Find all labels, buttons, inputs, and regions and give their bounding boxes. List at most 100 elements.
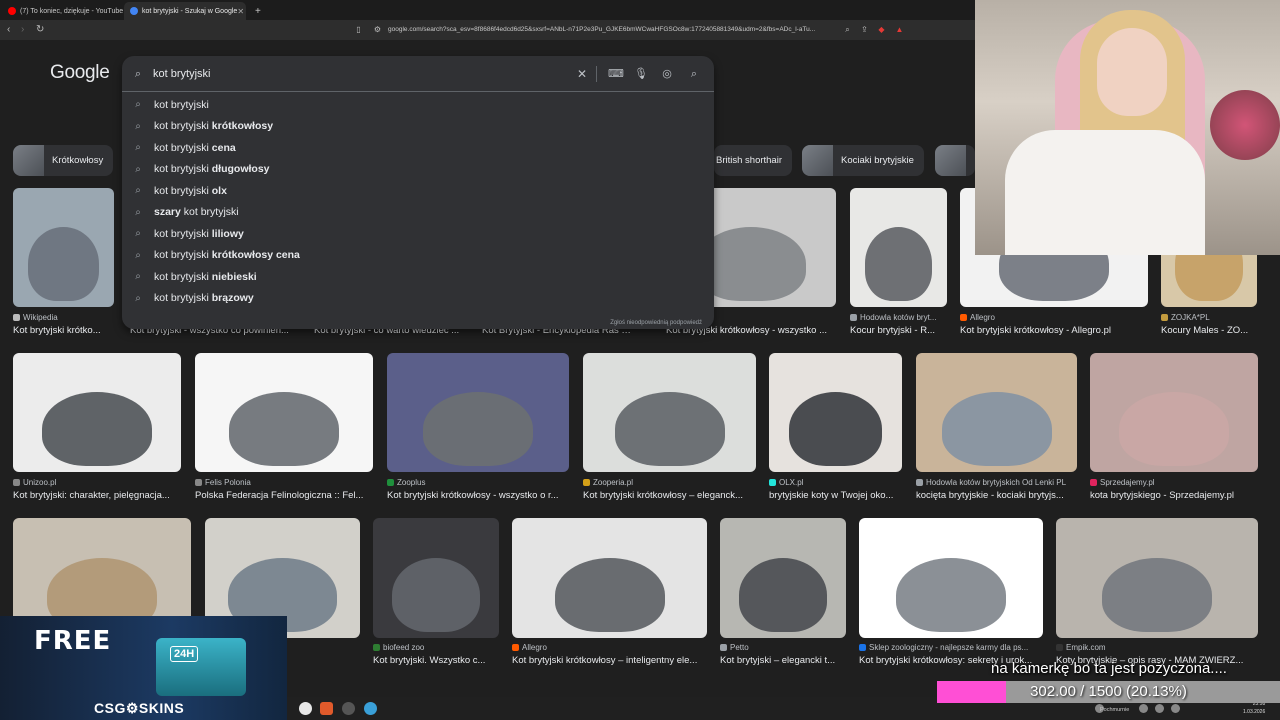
suggestion-item[interactable]: ⌕ szary kot brytyjski bbox=[122, 202, 714, 223]
suggestion-item[interactable]: ⌕ kot brytyjski liliowy bbox=[122, 223, 714, 244]
bookmark-icon[interactable]: ▯ bbox=[354, 25, 363, 34]
result-source[interactable]: Hodowla kotów bryt... bbox=[850, 313, 936, 322]
app-icon[interactable] bbox=[299, 702, 312, 715]
google-logo[interactable]: Google bbox=[50, 62, 110, 84]
suggestion-text: kot brytyjski liliowy bbox=[154, 227, 244, 240]
site-info-icon[interactable]: ⚙ bbox=[373, 25, 382, 34]
keyboard-icon[interactable]: ⌨ bbox=[608, 67, 624, 81]
clear-icon[interactable]: ✕ bbox=[575, 67, 589, 81]
result-title[interactable]: Kot brytyjski krótkowłosy - wszystko o r… bbox=[387, 490, 573, 501]
back-icon[interactable]: ‹ bbox=[7, 24, 10, 35]
result-title[interactable]: Polska Federacja Felinologiczna :: Fel..… bbox=[195, 490, 377, 501]
result-title[interactable]: Kocur brytyjski - R... bbox=[850, 325, 951, 336]
result-source[interactable]: Sprzedajemy.pl bbox=[1090, 478, 1155, 487]
source-label: Unizoo.pl bbox=[23, 478, 57, 487]
result-title[interactable]: brytyjskie koty w Twojej oko... bbox=[769, 490, 906, 501]
result-source[interactable]: Wikipedia bbox=[13, 313, 58, 322]
battery-icon[interactable] bbox=[1171, 704, 1180, 713]
suggestion-text: kot brytyjski krótkowłosy cena bbox=[154, 249, 300, 261]
search-submit-icon[interactable]: ⌕ bbox=[687, 67, 701, 81]
forward-icon[interactable]: › bbox=[21, 24, 24, 35]
result-source[interactable]: Zooplus bbox=[387, 478, 425, 487]
result-source[interactable]: ZOJKA*PL bbox=[1161, 313, 1210, 322]
report-suggestion-link[interactable]: Zgłoś nieodpowiednią podpowiedź bbox=[610, 320, 702, 326]
result-title[interactable]: Kot brytyjski krótkowłosy – inteligentny… bbox=[512, 655, 711, 666]
suggestion-item[interactable]: ⌕ kot brytyjski niebieski bbox=[122, 266, 714, 287]
result-image[interactable] bbox=[916, 353, 1077, 472]
favicon-icon bbox=[769, 479, 776, 486]
reload-icon[interactable]: ↻ bbox=[36, 24, 44, 35]
extension-icon[interactable]: ◆ bbox=[877, 25, 886, 34]
brave-icon[interactable] bbox=[320, 702, 333, 715]
ad-free-text: FREE bbox=[34, 626, 112, 656]
result-source[interactable]: Empik.com bbox=[1056, 643, 1106, 652]
result-source[interactable]: Allegro bbox=[512, 643, 547, 652]
result-title[interactable]: Kot brytyjski. Wszystko c... bbox=[373, 655, 503, 666]
microphone-icon[interactable]: 🎙 bbox=[634, 67, 648, 81]
result-source[interactable]: biofeed zoo bbox=[373, 643, 424, 652]
browser-icon[interactable] bbox=[364, 702, 377, 715]
result-title[interactable]: Kot brytyjski krótko... bbox=[13, 325, 118, 336]
result-title[interactable]: Kot brytyjski: charakter, pielęgnacja... bbox=[13, 490, 185, 501]
result-source[interactable]: OLX.pl bbox=[769, 478, 803, 487]
result-image[interactable] bbox=[195, 353, 373, 472]
cat-image bbox=[864, 227, 933, 301]
chip-thumbnail bbox=[802, 145, 833, 176]
plus-icon[interactable]: + bbox=[249, 2, 265, 20]
volume-icon[interactable] bbox=[1155, 704, 1164, 713]
suggestion-item[interactable]: ⌕ kot brytyjski brązowy bbox=[122, 288, 714, 309]
suggestion-item[interactable]: ⌕ kot brytyjski długowłosy bbox=[122, 159, 714, 180]
favicon-icon bbox=[583, 479, 590, 486]
result-image[interactable] bbox=[1056, 518, 1258, 638]
zoom-icon[interactable]: ⌕ bbox=[843, 25, 852, 34]
result-source[interactable]: Petto bbox=[720, 643, 749, 652]
chip-thumbnail bbox=[935, 145, 966, 176]
camera-lens-icon[interactable]: ◎ bbox=[660, 67, 674, 81]
obs-icon[interactable] bbox=[342, 702, 355, 715]
result-title[interactable]: Kot brytyjski krótkowłosy - Allegro.pl bbox=[960, 325, 1152, 336]
suggestion-text: kot brytyjski bbox=[154, 98, 209, 111]
result-image[interactable] bbox=[859, 518, 1043, 638]
result-image[interactable] bbox=[1090, 353, 1258, 472]
result-image[interactable] bbox=[512, 518, 707, 638]
suggestion-item[interactable]: ⌕ kot brytyjski bbox=[122, 94, 714, 115]
suggestion-item[interactable]: ⌕ kot brytyjski krótkowłosy cena bbox=[122, 245, 714, 266]
favicon-icon bbox=[13, 479, 20, 486]
result-source[interactable]: Zooperia.pl bbox=[583, 478, 633, 487]
result-source[interactable]: Felis Polonia bbox=[195, 478, 251, 487]
result-title[interactable]: kota brytyjskiego - Sprzedajemy.pl bbox=[1090, 490, 1262, 501]
result-source[interactable]: Sklep zoologiczny - najlepsze karmy dla … bbox=[859, 643, 1028, 652]
result-title[interactable]: Kot brytyjski krótkowłosy – eleganck... bbox=[583, 490, 760, 501]
chip-british-shorthair[interactable]: British shorthair bbox=[714, 145, 792, 176]
favicon-icon bbox=[373, 644, 380, 651]
result-source[interactable]: Unizoo.pl bbox=[13, 478, 56, 487]
suggestion-item[interactable]: ⌕ kot brytyjski krótkowłosy bbox=[122, 116, 714, 137]
result-image[interactable] bbox=[850, 188, 947, 307]
share-icon[interactable]: ⇪ bbox=[860, 25, 869, 34]
tab-google[interactable]: kot brytyjski - Szukaj w Google ✕ bbox=[124, 2, 246, 20]
result-image[interactable] bbox=[13, 188, 114, 307]
clock-date: 1.03.2026 bbox=[1243, 709, 1266, 715]
weather-label[interactable]: Pochmurnie bbox=[1100, 707, 1129, 713]
alert-icon[interactable]: ▲ bbox=[895, 25, 904, 34]
chip-krotkowlosy[interactable]: Krótkowłosy bbox=[13, 145, 114, 176]
search-input[interactable] bbox=[153, 66, 553, 82]
wifi-icon[interactable] bbox=[1139, 704, 1148, 713]
result-title[interactable]: Kocury Males - ZO... bbox=[1161, 325, 1261, 336]
suggestion-item[interactable]: ⌕ kot brytyjski olx bbox=[122, 180, 714, 201]
suggestion-item[interactable]: ⌕ kot brytyjski cena bbox=[122, 137, 714, 158]
result-image[interactable] bbox=[387, 353, 569, 472]
result-image[interactable] bbox=[720, 518, 846, 638]
result-image[interactable] bbox=[373, 518, 499, 638]
result-source[interactable]: Hodowla kotów brytyjskich Od Lenki PL bbox=[916, 478, 1066, 487]
chip-more[interactable] bbox=[935, 145, 975, 176]
result-title[interactable]: kocięta brytyjskie - kociaki brytyjs... bbox=[916, 490, 1081, 501]
close-tab-icon[interactable]: ✕ bbox=[237, 7, 244, 16]
result-source[interactable]: Allegro bbox=[960, 313, 995, 322]
tab-youtube[interactable]: (7) To koniec, dziękuje - YouTube bbox=[2, 2, 123, 20]
result-image[interactable] bbox=[583, 353, 756, 472]
result-image[interactable] bbox=[13, 353, 181, 472]
result-image[interactable] bbox=[769, 353, 902, 472]
chip-kociaki-brytyjskie[interactable]: Kociaki brytyjskie bbox=[802, 145, 924, 176]
result-title[interactable]: Kot brytyjski – elegancki t... bbox=[720, 655, 850, 666]
